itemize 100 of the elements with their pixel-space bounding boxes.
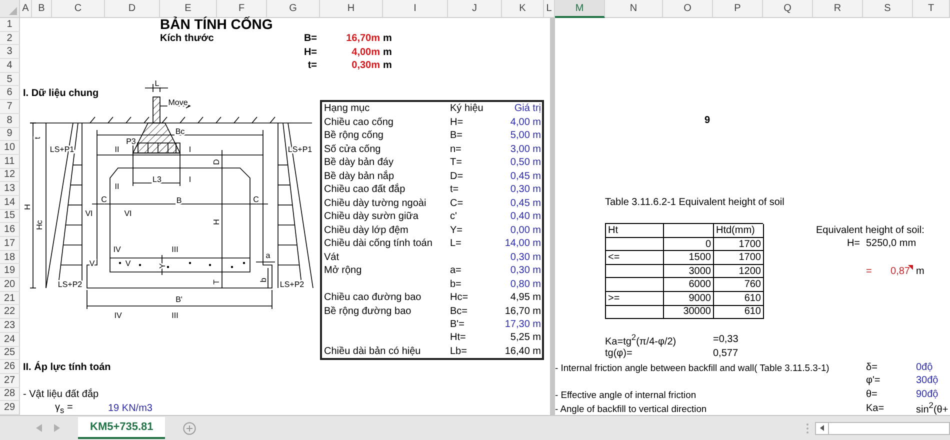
- column-header[interactable]: C: [52, 0, 105, 18]
- table-cell: 1700: [714, 251, 764, 265]
- row-header[interactable]: 26: [0, 360, 20, 374]
- section-heading: I. Dữ liệu chung: [23, 88, 99, 99]
- diagram-label: I: [188, 175, 192, 184]
- table-cell: 610: [714, 292, 764, 306]
- column-header[interactable]: B: [32, 0, 52, 18]
- table-cell: 4,95 m: [510, 292, 541, 304]
- row-header[interactable]: 20: [0, 278, 20, 292]
- diagram-label: III: [172, 245, 178, 254]
- row-header[interactable]: 2: [0, 32, 20, 46]
- row-header[interactable]: 6: [0, 86, 20, 100]
- row-header[interactable]: 10: [0, 141, 20, 155]
- column-header[interactable]: Q: [763, 0, 813, 18]
- table-cell: T=: [450, 157, 462, 168]
- row-header[interactable]: 24: [0, 332, 20, 346]
- column-header[interactable]: L: [544, 0, 555, 18]
- row-header[interactable]: 12: [0, 168, 20, 182]
- row-header[interactable]: 14: [0, 196, 20, 210]
- row-header[interactable]: 11: [0, 154, 20, 169]
- column-header[interactable]: A: [20, 0, 32, 18]
- dimension-value: 16,70m: [346, 33, 380, 44]
- row-header[interactable]: 16: [0, 223, 20, 237]
- table-caption: Table 3.11.6.2-1 Equivalent height of soil: [605, 197, 784, 208]
- scroll-right-icon[interactable]: [54, 424, 60, 432]
- table-cell: Chiều dài bản có hiệu: [324, 346, 421, 357]
- row-header[interactable]: 15: [0, 210, 20, 224]
- select-all-button[interactable]: [0, 0, 20, 18]
- sheet-tab[interactable]: KM5+735.81: [78, 417, 166, 439]
- parameter-symbol: Ka=: [866, 402, 884, 414]
- column-header[interactable]: J: [448, 0, 502, 18]
- table-cell: 17,30 m: [504, 318, 541, 330]
- table-cell: L=: [450, 238, 462, 250]
- table-cell: Bề rộng cống: [324, 130, 384, 142]
- diagram-label: C: [253, 195, 259, 204]
- table-cell: Số cửa cống: [324, 144, 381, 155]
- table-cell: 0: [664, 238, 714, 252]
- equals-sign: =: [866, 266, 872, 277]
- diagram-label: B: [176, 196, 182, 206]
- diagram-label: V: [125, 259, 131, 268]
- table-header: Hạng mục: [324, 103, 370, 114]
- row-header[interactable]: 28: [0, 388, 20, 402]
- column-header[interactable]: D: [105, 0, 160, 18]
- row-header[interactable]: 7: [0, 100, 20, 114]
- equivalent-height-value: 5250,0 mm: [866, 238, 916, 250]
- table-cell: 0,40 m: [510, 211, 541, 222]
- formula-label: Ka=tg$^{2}$(π/4-φ/2): [605, 332, 676, 348]
- table-cell: >=: [606, 292, 664, 306]
- sheet-title: BẢN TÍNH CỐNG: [160, 16, 273, 32]
- row-header[interactable]: 21: [0, 292, 20, 306]
- row-header[interactable]: 22: [0, 305, 20, 320]
- table-cell: Chiều dày tường ngoài: [324, 198, 426, 209]
- column-header[interactable]: T: [913, 0, 950, 18]
- row-header[interactable]: 27: [0, 374, 20, 388]
- table-cell: 5,25 m: [510, 332, 541, 344]
- material-symbol: γ$_{s}$ =: [55, 402, 73, 415]
- dimension-symbol: t=: [308, 60, 317, 72]
- row-header[interactable]: 13: [0, 182, 20, 196]
- material-label: - Vật liệu đất đắp: [23, 388, 99, 400]
- column-header[interactable]: O: [663, 0, 713, 18]
- row-header[interactable]: 5: [0, 72, 20, 86]
- row-header[interactable]: 23: [0, 319, 20, 333]
- row-header[interactable]: 3: [0, 45, 20, 60]
- table-cell: Y=: [450, 224, 463, 236]
- column-header[interactable]: S: [863, 0, 913, 18]
- parameter-description: - Internal friction angle between backfill and wall( Table 3.11.5.3-1): [555, 362, 830, 373]
- table-cell: 0,30 m: [510, 184, 541, 196]
- column-header[interactable]: E: [160, 0, 217, 18]
- column-header[interactable]: H: [320, 0, 383, 18]
- column-header[interactable]: K: [502, 0, 544, 18]
- column-header[interactable]: N: [605, 0, 663, 18]
- horizontal-scrollbar[interactable]: [815, 422, 950, 434]
- row-header[interactable]: 9: [0, 128, 20, 142]
- row-header[interactable]: 4: [0, 59, 20, 73]
- table-cell: Bề dày bản đáy: [324, 157, 394, 168]
- column-header[interactable]: F: [217, 0, 267, 18]
- column-header[interactable]: G: [267, 0, 320, 18]
- scroll-left-icon[interactable]: [820, 425, 824, 431]
- row-header[interactable]: 19: [0, 264, 20, 278]
- column-header[interactable]: P: [713, 0, 763, 18]
- table-cell: 0,00 m: [510, 224, 541, 236]
- column-header[interactable]: I: [383, 0, 448, 18]
- row-header[interactable]: 18: [0, 250, 20, 264]
- column-header[interactable]: M: [555, 0, 605, 18]
- row-header[interactable]: 8: [0, 114, 20, 128]
- splitter-handle-icon[interactable]: [806, 422, 809, 434]
- row-header[interactable]: 1: [0, 18, 20, 32]
- row-header[interactable]: 29: [0, 401, 20, 415]
- table-cell: 5,00 m: [510, 130, 541, 142]
- table-cell: 0,30 m: [510, 252, 541, 263]
- diagram-label: H: [23, 204, 32, 210]
- add-sheet-icon[interactable]: [183, 422, 196, 434]
- row-header[interactable]: 25: [0, 346, 20, 360]
- diagram-label: IV: [114, 311, 122, 320]
- row-header[interactable]: 17: [0, 237, 20, 251]
- column-header[interactable]: R: [813, 0, 863, 18]
- table-cell: Ht=: [450, 332, 466, 344]
- table-header: Ht: [606, 224, 664, 238]
- material-value: 19 KN/m3: [108, 402, 152, 414]
- dimension-value: 4,00m: [352, 46, 380, 58]
